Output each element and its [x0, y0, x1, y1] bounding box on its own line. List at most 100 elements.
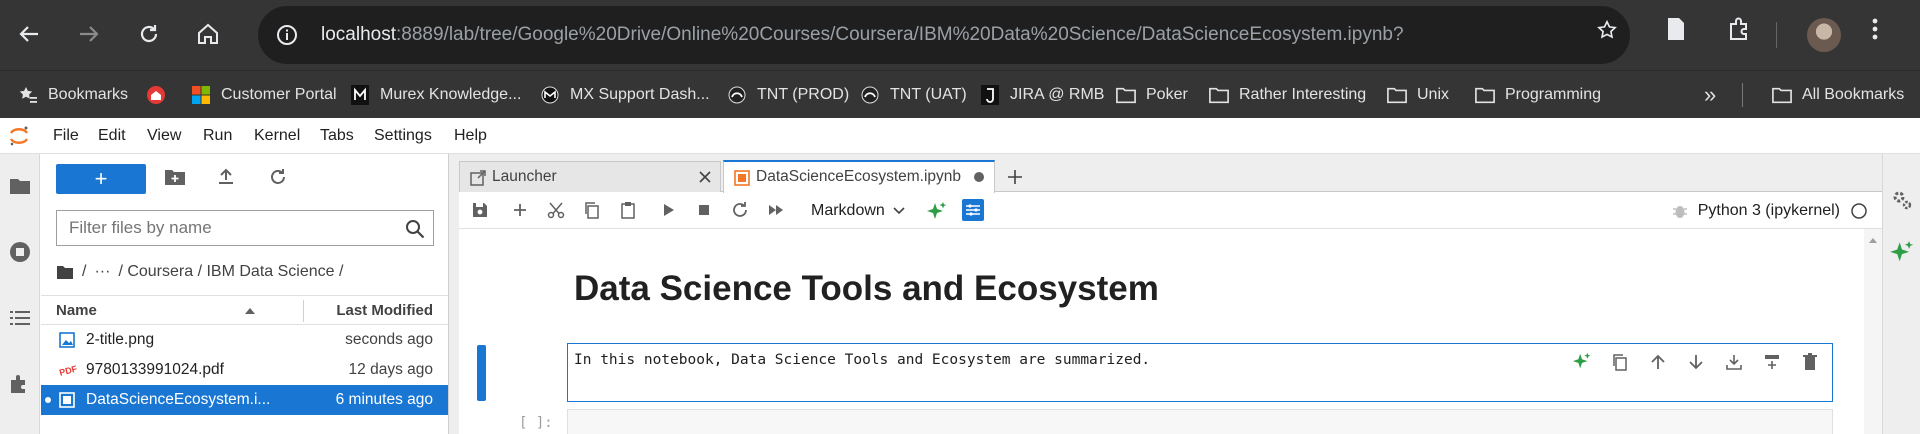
notebook-file-icon: [59, 392, 75, 408]
bookmark-folder-rather-interesting[interactable]: Rather Interesting: [1209, 71, 1366, 119]
bookmark-tnt-uat[interactable]: TNT (UAT): [860, 71, 967, 119]
menu-file[interactable]: File: [53, 118, 79, 154]
breadcrumb-path[interactable]: / Coursera / IBM Data Science /: [118, 263, 343, 281]
menu-run[interactable]: Run: [203, 118, 232, 154]
bookmark-jira[interactable]: JIRA @ RMB: [980, 71, 1104, 119]
bookmark-label: TNT (PROD): [757, 86, 850, 103]
file-row[interactable]: 2-title.png seconds ago: [41, 325, 448, 355]
filter-files-input[interactable]: [57, 211, 387, 245]
notebook-scrollbar[interactable]: [1864, 229, 1882, 434]
fast-forward-icon[interactable]: [767, 201, 787, 221]
tab-notebook[interactable]: DataScienceEcosystem.ipynb: [723, 160, 995, 193]
menu-help[interactable]: Help: [454, 118, 487, 154]
new-folder-icon[interactable]: [164, 167, 188, 191]
move-up-arrow-icon[interactable]: [1646, 350, 1670, 374]
tab-launcher[interactable]: Launcher: [459, 161, 721, 192]
settings-gears-icon[interactable]: [1890, 188, 1914, 212]
bookmark-folder-unix[interactable]: Unix: [1387, 71, 1449, 119]
site-info-icon[interactable]: [270, 18, 304, 52]
column-divider[interactable]: [303, 300, 304, 322]
file-browser-folder-icon[interactable]: [8, 174, 32, 198]
delete-trash-icon[interactable]: [1798, 350, 1822, 374]
code-cell-editor[interactable]: [567, 409, 1833, 434]
home-folder-icon[interactable]: [56, 264, 74, 280]
copy-icon[interactable]: [583, 201, 603, 221]
menu-settings[interactable]: Settings: [374, 118, 432, 154]
column-name-header[interactable]: Name: [56, 296, 97, 326]
save-icon[interactable]: [471, 201, 491, 221]
bookmark-label: Unix: [1417, 86, 1450, 103]
new-launcher-button[interactable]: +: [56, 164, 146, 194]
bookmark-label: MX Support Dash...: [570, 86, 710, 103]
bookmark-bookmarks[interactable]: Bookmarks: [18, 71, 128, 119]
bookmark-label: TNT (UAT): [890, 86, 967, 103]
breadcrumb-ellipsis[interactable]: ···: [94, 263, 110, 281]
column-modified-header[interactable]: Last Modified: [336, 296, 433, 326]
table-of-contents-icon[interactable]: [8, 306, 32, 330]
cell-type-select[interactable]: Markdown: [811, 193, 905, 229]
stop-icon[interactable]: [695, 201, 715, 221]
bookmark-label: Customer Portal: [221, 86, 337, 103]
debugger-bug-icon[interactable]: [1672, 202, 1688, 220]
file-row-selected[interactable]: DataScienceEcosystem.i... 6 minutes ago: [41, 385, 448, 415]
kebab-menu-icon[interactable]: [1870, 16, 1880, 42]
launcher-icon: [470, 170, 486, 186]
sort-caret-up-icon[interactable]: [244, 303, 255, 319]
ai-sparkle-icon[interactable]: [926, 201, 947, 221]
bookmark-home[interactable]: [146, 71, 166, 119]
star-list-icon: [18, 85, 38, 105]
home-button[interactable]: [189, 15, 227, 53]
forward-button[interactable]: [70, 15, 108, 53]
bookmark-customer-portal[interactable]: Customer Portal: [191, 71, 337, 119]
menu-view[interactable]: View: [147, 118, 181, 154]
cut-icon[interactable]: [547, 201, 567, 221]
menu-kernel[interactable]: Kernel: [254, 118, 300, 154]
menu-tabs[interactable]: Tabs: [320, 118, 354, 154]
menu-edit[interactable]: Edit: [98, 118, 126, 154]
more-bookmarks-button[interactable]: »: [1704, 71, 1716, 119]
svg-text:PDF: PDF: [59, 363, 77, 377]
bookmark-folder-poker[interactable]: Poker: [1116, 71, 1188, 119]
profile-avatar[interactable]: [1807, 18, 1841, 52]
address-bar[interactable]: localhost:8889/lab/tree/Google%20Drive/O…: [258, 6, 1630, 64]
reload-button[interactable]: [130, 15, 168, 53]
panel-splitter[interactable]: [449, 154, 459, 434]
bookmark-mx-support[interactable]: MX Support Dash...: [540, 71, 710, 119]
ai-sparkle-icon[interactable]: [1570, 350, 1594, 374]
bookmark-folder-programming[interactable]: Programming: [1475, 71, 1601, 119]
bookmark-star-icon[interactable]: [1596, 19, 1618, 41]
active-cell-indicator[interactable]: [477, 345, 486, 401]
ai-assistant-sparkle-icon[interactable]: [1889, 240, 1914, 264]
file-row[interactable]: PDF 9780133991024.pdf 12 days ago: [41, 355, 448, 385]
property-inspector-icon[interactable]: [962, 199, 986, 223]
extensions-icon[interactable]: [1727, 16, 1753, 42]
insert-cell-plus-icon[interactable]: [511, 201, 531, 221]
kernel-status[interactable]: Python 3 (ipykernel): [1672, 193, 1868, 229]
mx-icon: [540, 85, 560, 105]
bookmarks-bar: Bookmarks Customer Portal Murex Knowledg…: [0, 70, 1920, 118]
insert-below-icon[interactable]: [1760, 350, 1784, 374]
duplicate-cell-icon[interactable]: [1608, 350, 1632, 374]
run-icon[interactable]: [659, 201, 679, 221]
all-bookmarks-button[interactable]: All Bookmarks: [1772, 71, 1904, 119]
paste-icon[interactable]: [619, 201, 639, 221]
insert-above-icon[interactable]: [1722, 350, 1746, 374]
refresh-icon[interactable]: [268, 167, 292, 191]
unsaved-dot-icon[interactable]: [972, 170, 986, 184]
breadcrumb-root[interactable]: /: [82, 263, 86, 281]
extensions-puzzle-icon[interactable]: [8, 372, 32, 396]
bookmark-tnt-prod[interactable]: TNT (PROD): [727, 71, 849, 119]
pdf-file-icon: PDF: [59, 362, 77, 378]
close-icon[interactable]: [698, 170, 712, 184]
markdown-cell-editor[interactable]: In this notebook, Data Science Tools and…: [567, 343, 1833, 402]
url-path: :8889/lab/tree/Google%20Drive/Online%20C…: [396, 24, 1404, 45]
upload-icon[interactable]: [216, 167, 240, 191]
move-down-arrow-icon[interactable]: [1684, 350, 1708, 374]
restart-icon[interactable]: [731, 201, 751, 221]
add-tab-button[interactable]: [1001, 163, 1029, 191]
bookmark-murex-knowledge[interactable]: Murex Knowledge...: [350, 71, 521, 119]
running-stop-icon[interactable]: [8, 240, 32, 264]
back-button[interactable]: [10, 15, 48, 53]
tab-bar: Launcher DataScienceEcosystem.ipynb: [459, 154, 1882, 193]
document-icon[interactable]: [1665, 16, 1687, 42]
